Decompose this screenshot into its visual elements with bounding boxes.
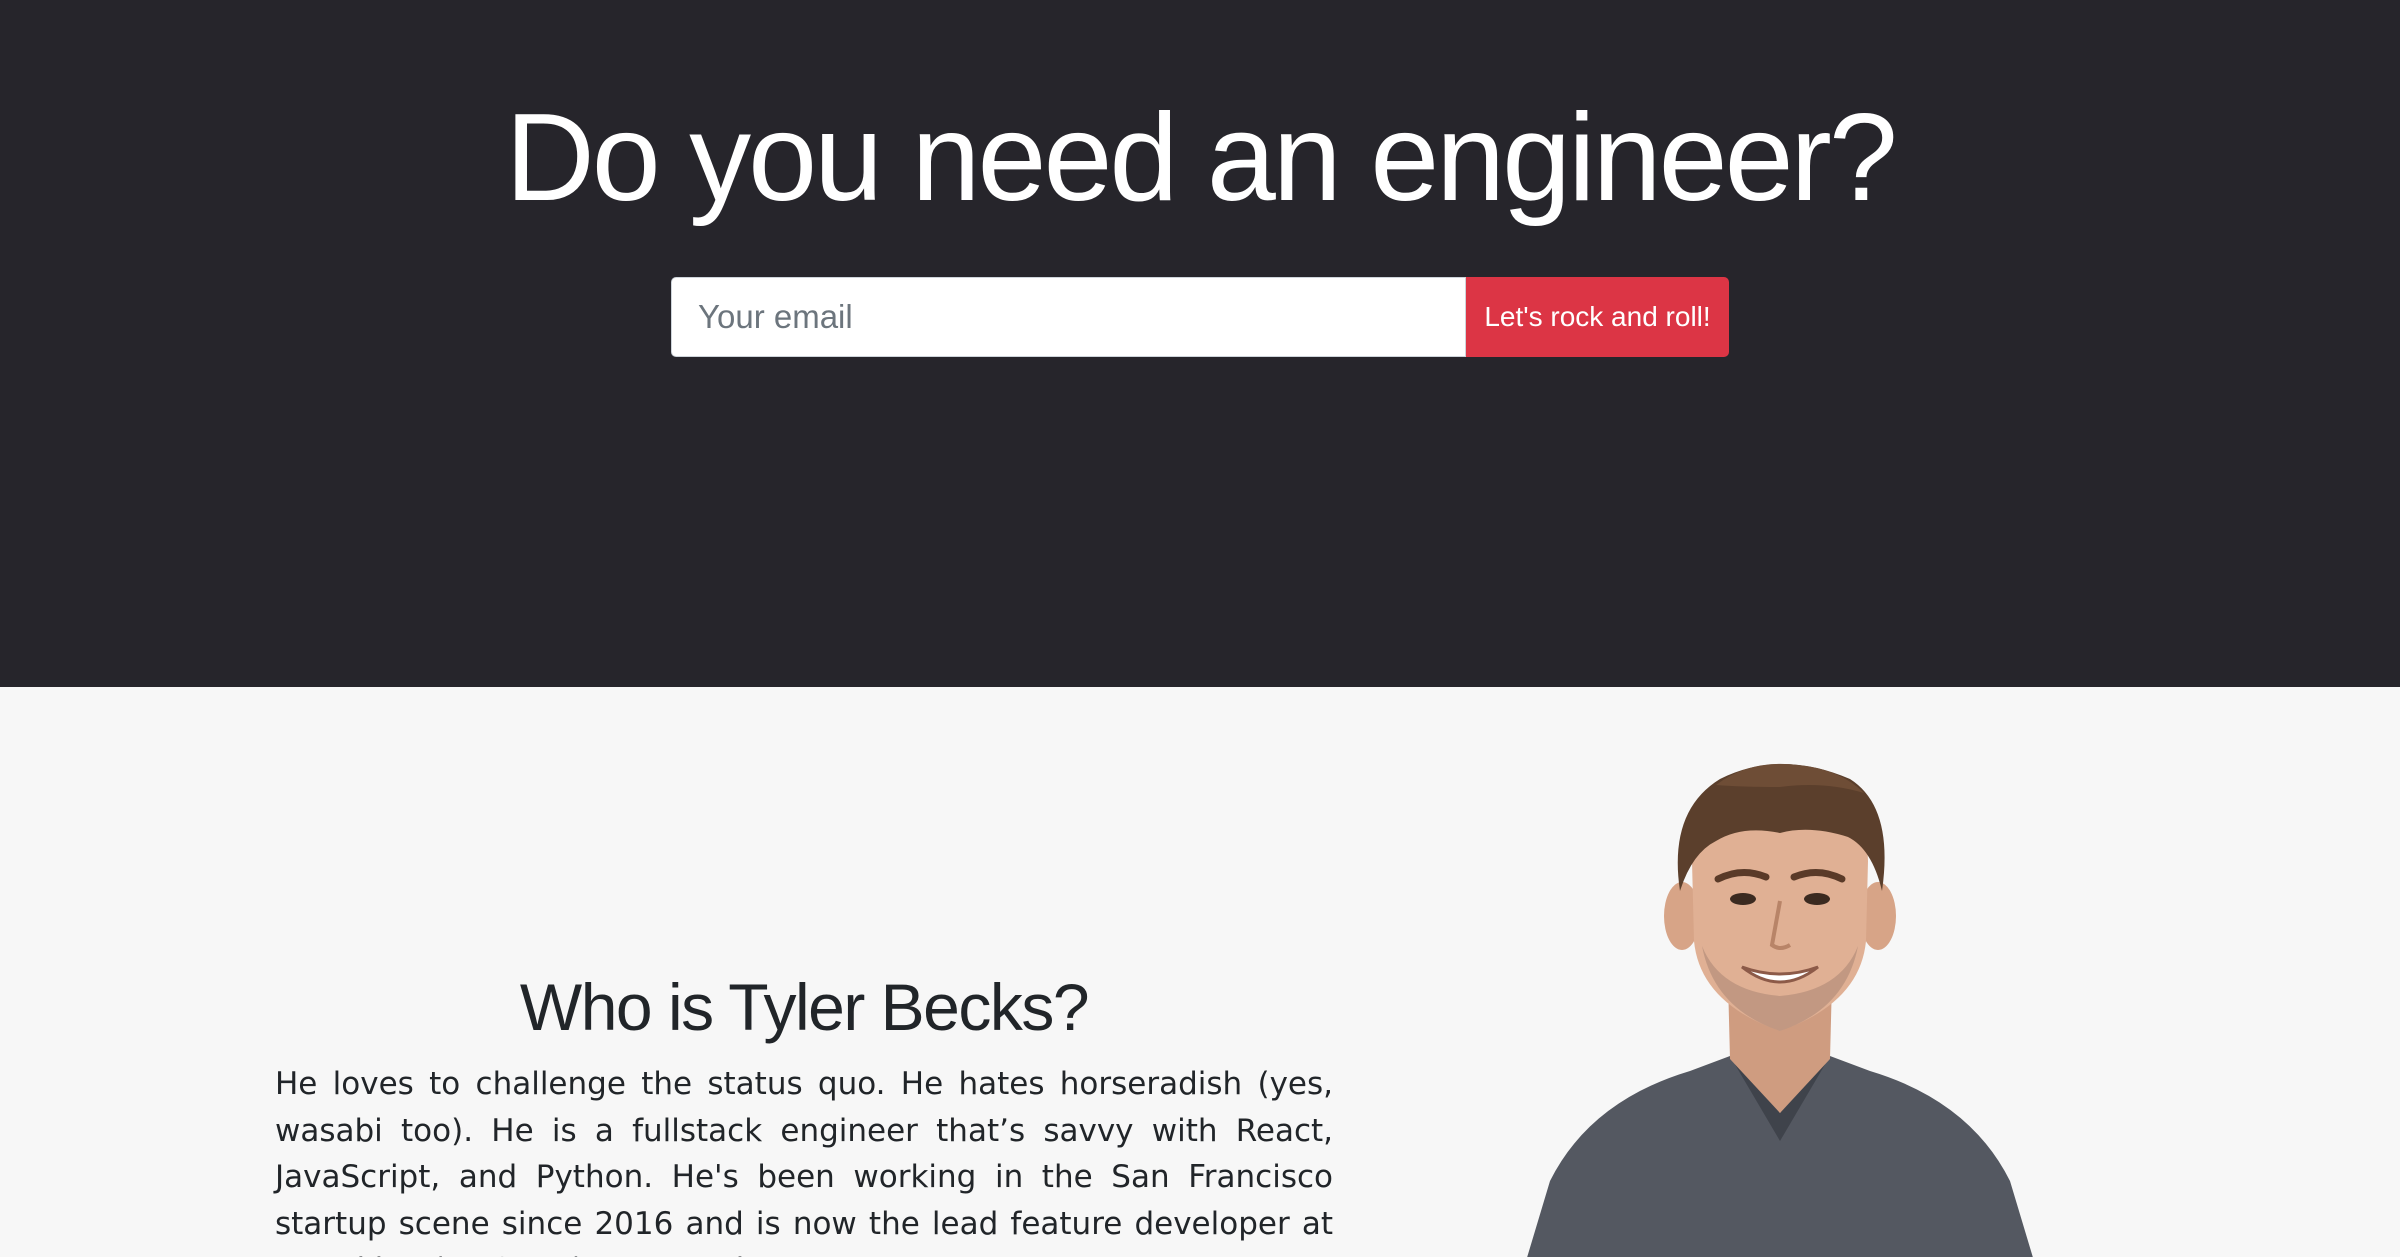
about-section: Who is Tyler Becks? He loves to challeng… xyxy=(0,687,2400,1257)
rock-and-roll-button[interactable]: Let's rock and roll! xyxy=(1466,277,1729,357)
about-paragraph: He loves to challenge the status quo. He… xyxy=(275,1066,1333,1257)
email-input[interactable] xyxy=(671,277,1466,357)
about-title: Who is Tyler Becks? xyxy=(519,970,1090,1044)
email-signup-form: Let's rock and roll! xyxy=(671,277,1729,357)
hero-section: Do you need an engineer? Let's rock and … xyxy=(0,0,2400,687)
portrait-photo xyxy=(1480,741,2080,1257)
hero-title: Do you need an engineer? xyxy=(505,89,1898,227)
